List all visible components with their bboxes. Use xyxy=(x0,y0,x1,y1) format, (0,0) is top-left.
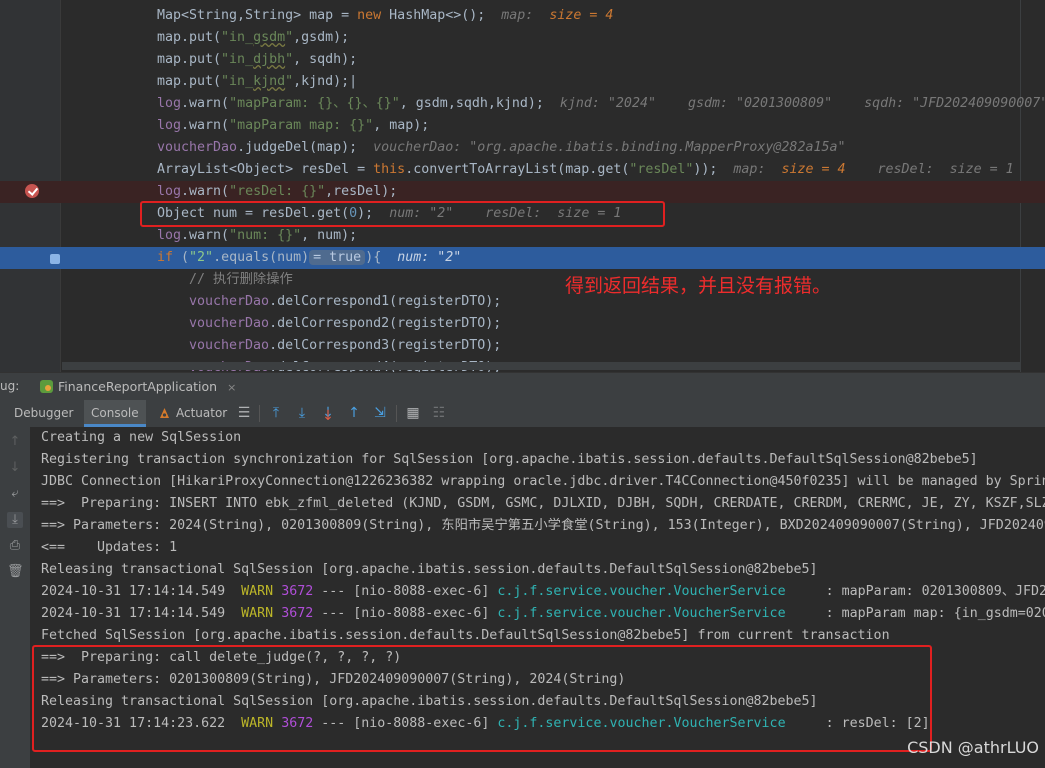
actuator-icon xyxy=(160,408,169,418)
inline-value-badge: = true xyxy=(309,250,366,265)
log-line-warn: 2024-10-31 17:14:14.549 WARN 3672 --- [n… xyxy=(41,603,1045,625)
log-line: Creating a new SqlSession xyxy=(41,430,242,445)
log-line: Fetched SqlSession [org.apache.ibatis.se… xyxy=(41,628,890,643)
close-icon[interactable]: × xyxy=(227,381,236,394)
log-message: : mapParam map: {in_gsdm=020 xyxy=(785,606,1045,621)
menu-icon[interactable]: ☰ xyxy=(236,405,252,421)
up-arrow-icon[interactable]: ↑ xyxy=(7,434,23,450)
console-side-toolbar: ↑ ↓ ⤶ ⤓ ⎙ 🗑 xyxy=(0,427,30,768)
log-line-warn: 2024-10-31 17:14:14.549 WARN 3672 --- [n… xyxy=(41,581,1045,603)
trace-icon[interactable]: ☷ xyxy=(431,405,447,421)
scroll-to-end-icon[interactable]: ⤓ xyxy=(7,512,23,528)
run-to-cursor-icon[interactable]: ⇲ xyxy=(372,405,388,421)
debug-tool-window-header: ug: FinanceReportApplication × xyxy=(0,372,1045,400)
log-line: ==> Preparing: INSERT INTO ebk_zfml_dele… xyxy=(41,496,1045,511)
step-over-icon[interactable]: ⤓ xyxy=(294,405,310,421)
tab-actuator-label: Actuator xyxy=(176,406,228,420)
toolbar-divider xyxy=(396,405,397,422)
log-line: <== Updates: 1 xyxy=(41,540,178,555)
execution-point-icon xyxy=(50,254,60,264)
highlight-box xyxy=(32,645,932,752)
log-timestamp: 2024-10-31 17:14:14.549 xyxy=(41,606,226,621)
code-line[interactable]: ArrayList<Object> resDel = this.convertT… xyxy=(0,159,1045,181)
tab-actuator[interactable]: Actuator xyxy=(158,400,227,427)
debug-label: ug: xyxy=(0,379,20,393)
inline-debug-hint: voucherDao: "org.apache.ibatis.binding.M… xyxy=(373,140,846,155)
log-line: ==> Parameters: 2024(String), 0201300809… xyxy=(41,518,1045,533)
code-line[interactable]: map.put("in_gsdm",gsdm); xyxy=(0,27,1045,49)
code-line-current-execution[interactable]: if ("2".equals(num) = true){ num: "2" xyxy=(0,247,1045,269)
debug-session-tab[interactable]: FinanceReportApplication × xyxy=(36,373,244,400)
log-level: WARN xyxy=(241,606,274,621)
show-execution-point-icon[interactable]: ⤒ xyxy=(268,405,284,421)
watermark: CSDN @athrLUO xyxy=(907,738,1039,757)
log-line: JDBC Connection [HikariProxyConnection@1… xyxy=(41,474,1045,489)
inline-debug-hint: kjnd: "2024" gsdm: "0201300809" sqdh: "J… xyxy=(559,96,1045,111)
log-message: : mapParam: 0201300809、JFD2 xyxy=(785,584,1045,599)
code-line[interactable]: log.warn("num: {}", num); xyxy=(0,225,1045,247)
spring-app-icon xyxy=(40,380,53,393)
toolbar-divider xyxy=(259,405,260,422)
log-logger[interactable]: c.j.f.service.voucher.VoucherService xyxy=(497,606,785,621)
clear-all-icon[interactable]: 🗑 xyxy=(7,564,24,580)
log-line: Registering transaction synchronization … xyxy=(41,452,978,467)
soft-wrap-icon[interactable]: ⤶ xyxy=(7,486,23,502)
log-level: WARN xyxy=(241,584,274,599)
code-line[interactable]: voucherDao.delCorrespond2(registerDTO); xyxy=(0,313,1045,335)
code-line[interactable]: map.put("in_djbh", sqdh); xyxy=(0,49,1045,71)
log-pid: 3672 xyxy=(281,606,314,621)
tab-console[interactable]: Console xyxy=(84,400,146,427)
highlight-box xyxy=(140,201,665,227)
code-line[interactable]: Map<String,String> map = new HashMap<>()… xyxy=(0,5,1045,27)
code-line[interactable]: voucherDao.delCorrespond1(registerDTO); xyxy=(0,291,1045,313)
evaluate-expression-icon[interactable]: ▦ xyxy=(405,405,421,421)
code-line-breakpoint[interactable]: log.warn("resDel: {}",resDel); xyxy=(0,181,1045,203)
code-line[interactable]: voucherDao.judgeDel(map); voucherDao: "o… xyxy=(0,137,1045,159)
horizontal-scrollbar[interactable] xyxy=(62,362,1020,370)
step-out-icon[interactable]: ↑ xyxy=(346,405,362,421)
code-line[interactable]: map.put("in_kjnd",kjnd);| xyxy=(0,71,1045,93)
code-editor[interactable]: Map<String,String> map = new HashMap<>()… xyxy=(0,0,1045,372)
log-pid: 3672 xyxy=(281,584,314,599)
tab-debugger[interactable]: Debugger xyxy=(14,400,73,427)
force-step-into-icon[interactable]: ↓ xyxy=(320,408,336,424)
breakpoint-icon[interactable] xyxy=(25,184,39,198)
down-arrow-icon[interactable]: ↓ xyxy=(7,460,23,476)
inline-debug-hint: num: "2" xyxy=(397,250,462,265)
debug-toolbar: Debugger Console Actuator ☰ ⤒ ⤓ ↓ ↓ ↑ ⇲ … xyxy=(0,400,1045,428)
log-timestamp: 2024-10-31 17:14:14.549 xyxy=(41,584,226,599)
log-line: Releasing transactional SqlSession [org.… xyxy=(41,562,818,577)
code-line[interactable]: voucherDao.delCorrespond3(registerDTO); xyxy=(0,335,1045,357)
code-line[interactable]: log.warn("mapParam map: {}", map); xyxy=(0,115,1045,137)
annotation-text: 得到返回结果，并且没有报错。 xyxy=(565,275,832,297)
session-tab-label: FinanceReportApplication xyxy=(58,379,218,394)
log-logger[interactable]: c.j.f.service.voucher.VoucherService xyxy=(497,584,785,599)
print-icon[interactable]: ⎙ xyxy=(7,538,23,554)
log-thread: --- [nio-8088-exec-6] xyxy=(321,606,490,621)
code-line[interactable]: log.warn("mapParam: {}、{}、{}", gsdm,sqdh… xyxy=(0,93,1045,115)
code-line[interactable]: // 执行删除操作 xyxy=(0,269,1045,291)
log-thread: --- [nio-8088-exec-6] xyxy=(321,584,490,599)
